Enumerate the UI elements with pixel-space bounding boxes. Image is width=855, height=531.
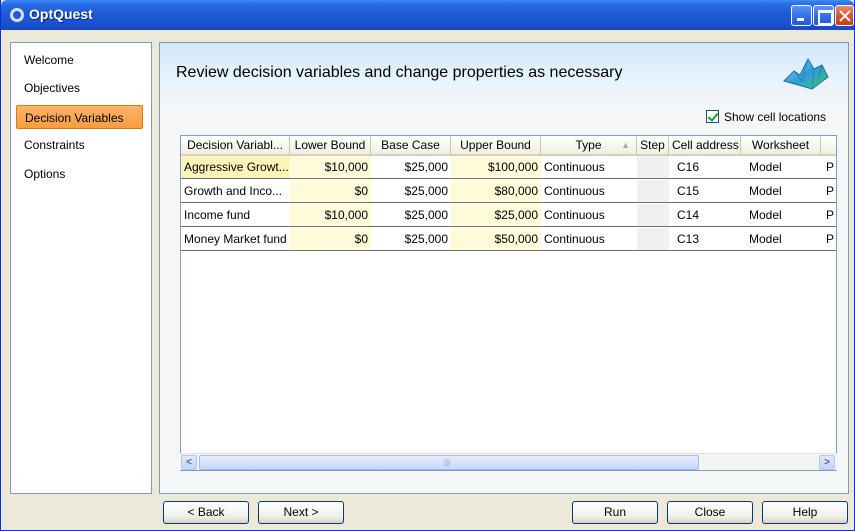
extra-cell: P	[826, 232, 835, 246]
nav-item-constraints[interactable]: Constraints	[16, 133, 143, 157]
nav-item-options[interactable]: Options	[16, 162, 143, 186]
base-case-cell[interactable]: $25,000	[371, 228, 451, 250]
page-title: Review decision variables and change pro…	[176, 64, 623, 81]
nav-item-objectives[interactable]: Objectives	[16, 76, 143, 100]
table-row[interactable]: Growth and Inco... $0 $25,000 $80,000 Co…	[181, 180, 836, 203]
column-header-type-label: Type	[575, 138, 602, 152]
maximize-button[interactable]	[813, 5, 834, 26]
base-case-cell[interactable]: $25,000	[371, 180, 451, 202]
column-header-step[interactable]: Step	[637, 136, 669, 156]
lower-bound-cell[interactable]: $10,000	[290, 204, 371, 226]
worksheet-cell: Model	[749, 232, 782, 246]
type-cell[interactable]: Continuous	[541, 228, 637, 250]
upper-bound-cell[interactable]: $50,000	[451, 228, 541, 250]
lower-bound-cell[interactable]: $10,000	[290, 156, 371, 178]
variable-name-cell[interactable]: Aggressive Growt...	[181, 156, 290, 178]
sort-ascending-icon: ▲	[621, 140, 630, 150]
title-bar[interactable]: OptQuest	[1, 0, 854, 30]
show-cell-locations-checkbox[interactable]	[706, 110, 719, 123]
minimize-button[interactable]	[791, 5, 812, 26]
extra-cell: P	[826, 184, 835, 198]
step-cell[interactable]	[637, 156, 669, 178]
horizontal-scrollbar[interactable]: < >	[180, 453, 837, 470]
cell-address-cell: C15	[677, 184, 700, 198]
variable-name-cell[interactable]: Money Market fund	[181, 228, 290, 250]
extra-cell: P	[826, 160, 835, 174]
step-cell[interactable]	[637, 228, 669, 250]
cell-address-cell: C14	[677, 208, 700, 222]
column-header-worksheet[interactable]: Worksheet	[741, 136, 821, 156]
base-case-cell[interactable]: $25,000	[371, 156, 451, 178]
table-row[interactable]: Aggressive Growt... $10,000 $25,000 $100…	[181, 156, 836, 179]
show-cell-locations-toggle[interactable]: Show cell locations	[706, 110, 826, 124]
step-cell[interactable]	[637, 180, 669, 202]
variable-name-cell[interactable]: Income fund	[181, 204, 290, 226]
column-header-lower-bound[interactable]: Lower Bound	[290, 136, 371, 156]
upper-bound-cell[interactable]: $100,000	[451, 156, 541, 178]
base-case-cell[interactable]: $25,000	[371, 204, 451, 226]
table-row[interactable]: Income fund $10,000 $25,000 $25,000 Cont…	[181, 204, 836, 227]
optquest-window: OptQuest Welcome Objectives Decision Var…	[0, 0, 855, 531]
table-row[interactable]: Money Market fund $0 $25,000 $50,000 Con…	[181, 228, 836, 251]
column-header-upper-bound[interactable]: Upper Bound	[451, 136, 541, 156]
back-button[interactable]: < Back	[163, 501, 249, 524]
cell-address-cell: C13	[677, 232, 700, 246]
extra-cell: P	[826, 208, 835, 222]
scroll-left-button[interactable]: <	[181, 455, 197, 470]
close-window-button[interactable]	[835, 5, 854, 26]
column-header-name[interactable]: Decision Variabl...	[181, 136, 290, 156]
help-button[interactable]: Help	[762, 501, 848, 524]
main-panel: Review decision variables and change pro…	[159, 42, 849, 494]
column-header-base-case[interactable]: Base Case	[371, 136, 451, 156]
nav-item-decision-variables[interactable]: Decision Variables	[16, 105, 143, 129]
worksheet-cell: Model	[749, 184, 782, 198]
grid-header-row: Decision Variabl... Lower Bound Base Cas…	[181, 136, 836, 156]
worksheet-cell: Model	[749, 208, 782, 222]
type-cell[interactable]: Continuous	[541, 156, 637, 178]
column-header-cell-address[interactable]: Cell address	[669, 136, 741, 156]
step-navigation: Welcome Objectives Decision Variables Co…	[10, 42, 152, 494]
worksheet-cell: Model	[749, 160, 782, 174]
upper-bound-cell[interactable]: $25,000	[451, 204, 541, 226]
header-band: Review decision variables and change pro…	[160, 43, 848, 103]
column-header-extra[interactable]	[821, 136, 836, 156]
column-header-type[interactable]: Type ▲	[541, 136, 637, 156]
type-cell[interactable]: Continuous	[541, 180, 637, 202]
type-cell[interactable]: Continuous	[541, 204, 637, 226]
run-button[interactable]: Run	[572, 501, 658, 524]
lower-bound-cell[interactable]: $0	[290, 228, 371, 250]
scroll-right-button[interactable]: >	[819, 455, 835, 470]
next-button[interactable]: Next >	[258, 501, 344, 524]
app-logo-icon	[10, 8, 24, 22]
upper-bound-cell[interactable]: $80,000	[451, 180, 541, 202]
variable-name-cell[interactable]: Growth and Inco...	[181, 180, 290, 202]
cell-address-cell: C16	[677, 160, 700, 174]
scrollbar-thumb[interactable]	[199, 455, 699, 470]
window-title: OptQuest	[29, 6, 93, 22]
mountain-surface-icon	[783, 57, 829, 90]
decision-variables-grid[interactable]: Decision Variabl... Lower Bound Base Cas…	[180, 135, 837, 471]
step-cell[interactable]	[637, 204, 669, 226]
close-button[interactable]: Close	[667, 501, 753, 524]
nav-item-welcome[interactable]: Welcome	[16, 48, 143, 72]
lower-bound-cell[interactable]: $0	[290, 180, 371, 202]
show-cell-locations-label: Show cell locations	[724, 110, 827, 124]
